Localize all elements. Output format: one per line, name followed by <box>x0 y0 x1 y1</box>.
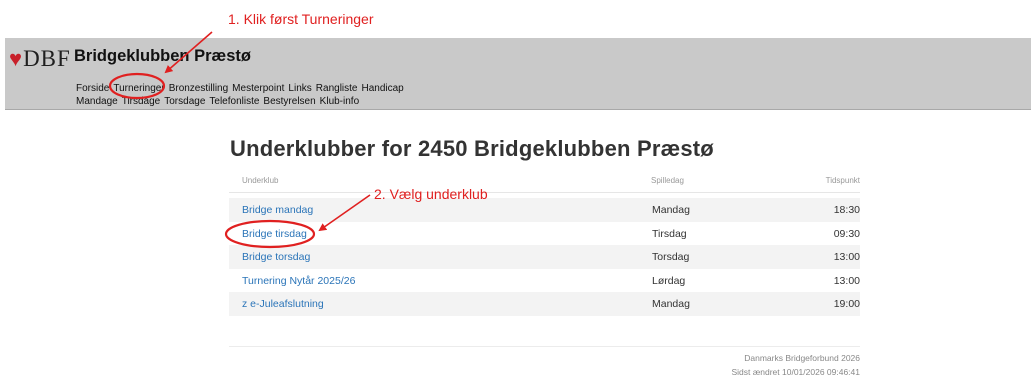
arrow-step2 <box>318 194 371 232</box>
annotation-overlay <box>108 31 371 249</box>
arrow-step1 <box>164 31 213 74</box>
highlight-ellipse-bridge-tirsdag <box>224 219 316 249</box>
highlight-ellipse-turneringer <box>108 72 166 100</box>
